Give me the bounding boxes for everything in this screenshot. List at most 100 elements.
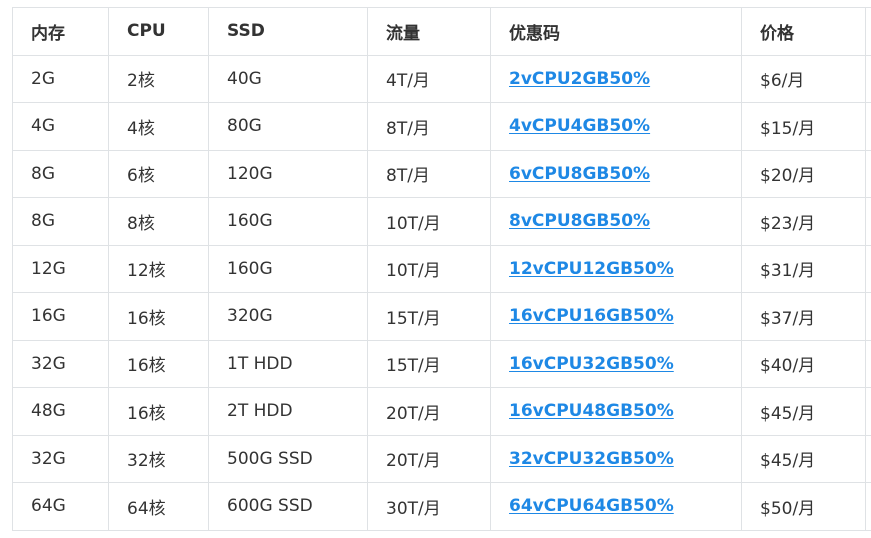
cell-price: $37/月 <box>741 292 866 341</box>
table-row: 12G 12核 160G 10T/月 12vCPU12GB50% $31/月 <box>12 244 871 293</box>
cell-price: $23/月 <box>741 197 866 246</box>
cell-cpu: 64核 <box>108 482 209 531</box>
cell-cpu: 8核 <box>108 197 209 246</box>
cell-memory: 4G <box>12 102 109 151</box>
cell-cpu: 32核 <box>108 434 209 483</box>
cell-coupon-code: 16vCPU32GB50% <box>490 339 742 388</box>
cell-price: $20/月 <box>741 149 866 198</box>
cell-traffic: 20T/月 <box>367 434 491 483</box>
cell-overflow <box>865 244 871 293</box>
cell-cpu: 2核 <box>108 54 209 103</box>
cell-price: $40/月 <box>741 339 866 388</box>
table-row: 32G 32核 500G SSD 20T/月 32vCPU32GB50% $45… <box>12 434 871 483</box>
header-memory: 内存 <box>12 7 109 56</box>
pricing-table: 内存 CPU SSD 流量 优惠码 价格 2G 2核 40G 4T/月 2vCP… <box>12 7 871 531</box>
table-row: 48G 16核 2T HDD 20T/月 16vCPU48GB50% $45/月 <box>12 387 871 436</box>
cell-cpu: 12核 <box>108 244 209 293</box>
cell-traffic: 8T/月 <box>367 149 491 198</box>
cell-memory: 64G <box>12 482 109 531</box>
coupon-code-link[interactable]: 16vCPU48GB50% <box>509 401 674 421</box>
cell-overflow <box>865 292 871 341</box>
cell-ssd: 160G <box>208 197 368 246</box>
cell-price: $50/月 <box>741 482 866 531</box>
cell-overflow <box>865 434 871 483</box>
coupon-code-link[interactable]: 6vCPU8GB50% <box>509 164 650 184</box>
cell-overflow <box>865 102 871 151</box>
cell-ssd: 320G <box>208 292 368 341</box>
cell-memory: 12G <box>12 244 109 293</box>
cell-ssd: 120G <box>208 149 368 198</box>
cell-traffic: 10T/月 <box>367 197 491 246</box>
header-price: 价格 <box>741 7 866 56</box>
cell-ssd: 160G <box>208 244 368 293</box>
cell-coupon-code: 4vCPU4GB50% <box>490 102 742 151</box>
table-row: 64G 64核 600G SSD 30T/月 64vCPU64GB50% $50… <box>12 482 871 531</box>
cell-traffic: 20T/月 <box>367 387 491 436</box>
table-row: 2G 2核 40G 4T/月 2vCPU2GB50% $6/月 <box>12 54 871 103</box>
table-row: 16G 16核 320G 15T/月 16vCPU16GB50% $37/月 <box>12 292 871 341</box>
cell-coupon-code: 2vCPU2GB50% <box>490 54 742 103</box>
coupon-code-link[interactable]: 32vCPU32GB50% <box>509 449 674 469</box>
cell-ssd: 80G <box>208 102 368 151</box>
cell-traffic: 8T/月 <box>367 102 491 151</box>
cell-cpu: 16核 <box>108 387 209 436</box>
coupon-code-link[interactable]: 16vCPU16GB50% <box>509 306 674 326</box>
header-traffic: 流量 <box>367 7 491 56</box>
cell-overflow <box>865 387 871 436</box>
cell-memory: 48G <box>12 387 109 436</box>
coupon-code-link[interactable]: 12vCPU12GB50% <box>509 259 674 279</box>
cell-coupon-code: 6vCPU8GB50% <box>490 149 742 198</box>
cell-traffic: 15T/月 <box>367 339 491 388</box>
header-coupon-code: 优惠码 <box>490 7 742 56</box>
table-header-row: 内存 CPU SSD 流量 优惠码 价格 <box>12 7 871 56</box>
cell-overflow <box>865 339 871 388</box>
cell-traffic: 15T/月 <box>367 292 491 341</box>
cell-memory: 32G <box>12 434 109 483</box>
cell-traffic: 10T/月 <box>367 244 491 293</box>
cell-price: $6/月 <box>741 54 866 103</box>
cell-ssd: 2T HDD <box>208 387 368 436</box>
cell-coupon-code: 32vCPU32GB50% <box>490 434 742 483</box>
cell-coupon-code: 16vCPU16GB50% <box>490 292 742 341</box>
cell-overflow <box>865 54 871 103</box>
cell-coupon-code: 16vCPU48GB50% <box>490 387 742 436</box>
cell-memory: 8G <box>12 197 109 246</box>
cell-ssd: 1T HDD <box>208 339 368 388</box>
cell-ssd: 600G SSD <box>208 482 368 531</box>
table-row: 8G 6核 120G 8T/月 6vCPU8GB50% $20/月 <box>12 149 871 198</box>
cell-overflow <box>865 482 871 531</box>
cell-memory: 16G <box>12 292 109 341</box>
cell-coupon-code: 64vCPU64GB50% <box>490 482 742 531</box>
cell-price: $31/月 <box>741 244 866 293</box>
cell-cpu: 16核 <box>108 339 209 388</box>
cell-cpu: 6核 <box>108 149 209 198</box>
header-ssd: SSD <box>208 7 368 56</box>
coupon-code-link[interactable]: 16vCPU32GB50% <box>509 354 674 374</box>
cell-ssd: 500G SSD <box>208 434 368 483</box>
cell-cpu: 16核 <box>108 292 209 341</box>
cell-memory: 32G <box>12 339 109 388</box>
table-row: 8G 8核 160G 10T/月 8vCPU8GB50% $23/月 <box>12 197 871 246</box>
table-row: 4G 4核 80G 8T/月 4vCPU4GB50% $15/月 <box>12 102 871 151</box>
cell-traffic: 4T/月 <box>367 54 491 103</box>
cell-ssd: 40G <box>208 54 368 103</box>
cell-memory: 2G <box>12 54 109 103</box>
cell-price: $15/月 <box>741 102 866 151</box>
header-cpu: CPU <box>108 7 209 56</box>
cell-coupon-code: 12vCPU12GB50% <box>490 244 742 293</box>
table-row: 32G 16核 1T HDD 15T/月 16vCPU32GB50% $40/月 <box>12 339 871 388</box>
coupon-code-link[interactable]: 8vCPU8GB50% <box>509 211 650 231</box>
cell-cpu: 4核 <box>108 102 209 151</box>
coupon-code-link[interactable]: 2vCPU2GB50% <box>509 69 650 89</box>
header-overflow-cell <box>865 7 871 56</box>
cell-coupon-code: 8vCPU8GB50% <box>490 197 742 246</box>
cell-price: $45/月 <box>741 387 866 436</box>
cell-memory: 8G <box>12 149 109 198</box>
coupon-code-link[interactable]: 64vCPU64GB50% <box>509 496 674 516</box>
cell-overflow <box>865 149 871 198</box>
coupon-code-link[interactable]: 4vCPU4GB50% <box>509 116 650 136</box>
cell-overflow <box>865 197 871 246</box>
cell-price: $45/月 <box>741 434 866 483</box>
pricing-table-container: 内存 CPU SSD 流量 优惠码 价格 2G 2核 40G 4T/月 2vCP… <box>12 7 871 531</box>
cell-traffic: 30T/月 <box>367 482 491 531</box>
